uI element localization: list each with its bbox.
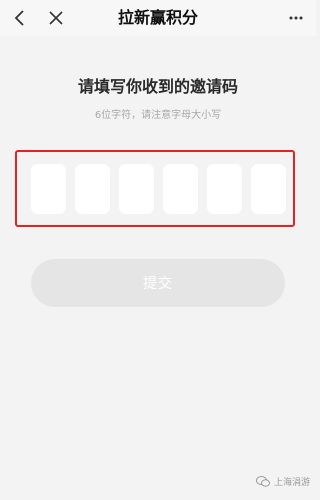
page-title: 拉新赢积分 xyxy=(117,8,198,27)
wechat-logo-icon xyxy=(255,476,270,487)
watermark-text: 上海涓游 xyxy=(273,478,310,488)
code-char-box-4[interactable] xyxy=(163,164,198,214)
watermark: 上海涓游 xyxy=(255,475,310,488)
code-char-box-1[interactable] xyxy=(31,164,66,214)
invite-code-hint: 6位字符，请注意字母大小写 xyxy=(94,110,222,121)
code-char-box-3[interactable] xyxy=(119,164,154,214)
code-char-box-6[interactable] xyxy=(251,164,286,214)
code-char-box-5[interactable] xyxy=(207,164,242,214)
more-dots-icon xyxy=(289,16,303,20)
top-nav-bar: 拉新赢积分 xyxy=(0,0,316,36)
code-char-box-2[interactable] xyxy=(75,164,110,214)
invite-code-heading: 请填写你收到的邀请码 xyxy=(77,77,238,96)
submit-button[interactable]: 提交 xyxy=(31,259,285,307)
more-button[interactable] xyxy=(284,6,308,30)
invite-code-input xyxy=(31,164,286,214)
